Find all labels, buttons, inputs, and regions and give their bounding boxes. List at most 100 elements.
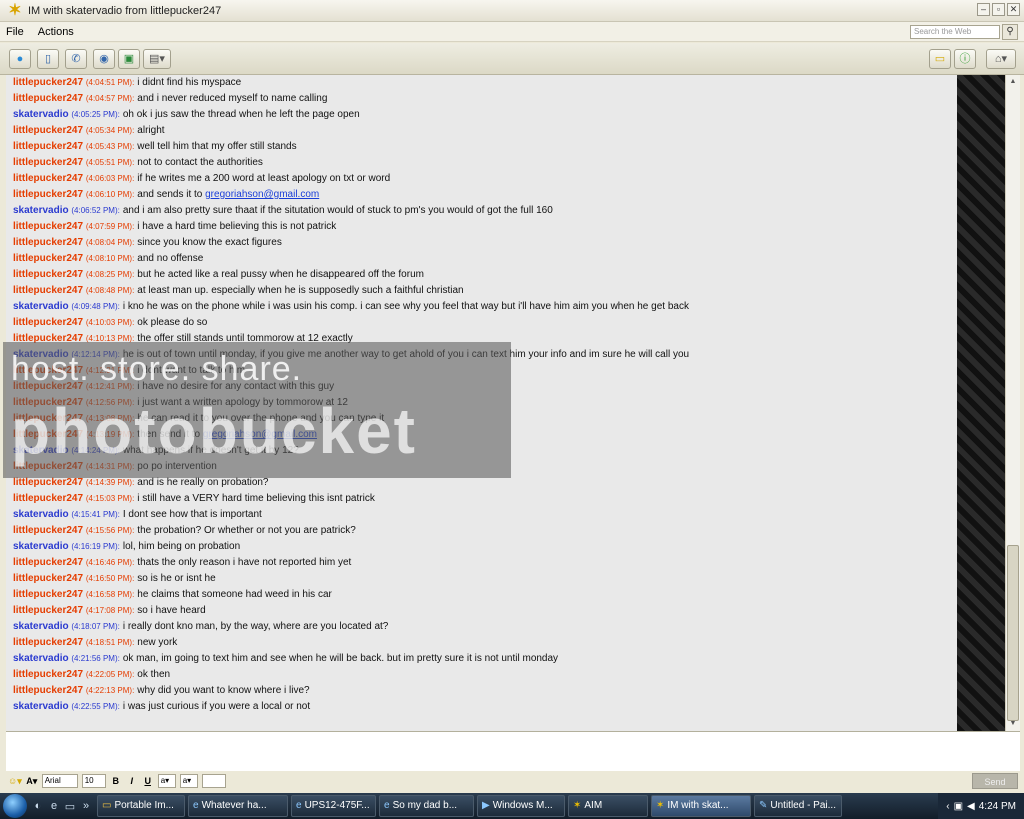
message-sender[interactable]: littlepucker247 [13, 189, 83, 200]
quicklaunch-browser-icon[interactable]: ◐ [30, 800, 46, 812]
message-sender[interactable]: skatervadio [13, 509, 69, 520]
link-button[interactable] [201, 774, 226, 788]
chat-message: skatervadio (4:21:56 PM): ok man, im goin… [6, 651, 957, 667]
chat-scrollbar[interactable]: ▲ ▼ [1005, 75, 1020, 731]
send-button[interactable]: Send [972, 773, 1018, 789]
message-sender[interactable]: littlepucker247 [13, 317, 83, 328]
message-text: i still have a VERY hard time believing … [137, 493, 375, 504]
quicklaunch-more-icon[interactable]: » [78, 800, 94, 812]
message-sender[interactable]: skatervadio [13, 205, 69, 216]
taskbar-button[interactable]: ✎ Untitled - Pai... [754, 795, 842, 817]
tray-network-icon[interactable]: ▣ [954, 801, 963, 812]
message-text: the probation? Or whether or not you are… [137, 525, 355, 536]
video-button[interactable]: ◉ [93, 49, 115, 69]
bold-button[interactable]: B [110, 774, 122, 788]
message-sender[interactable]: littlepucker247 [13, 77, 83, 88]
message-sender[interactable]: littlepucker247 [13, 557, 83, 568]
underline-button[interactable]: U [142, 774, 154, 788]
info-button[interactable]: ⓘ [954, 49, 976, 69]
message-timestamp: (4:06:10 PM): [85, 190, 135, 199]
more-icon: ▤▾ [149, 53, 165, 65]
tray-chevron-icon[interactable]: ‹ [946, 801, 949, 812]
taskbar-button[interactable]: ▭ Portable Im... [97, 795, 185, 817]
scroll-up-arrow-icon[interactable]: ▲ [1007, 76, 1019, 88]
font-size-icon[interactable]: A▾ [26, 774, 38, 788]
message-sender[interactable]: littlepucker247 [13, 685, 83, 696]
chat-message: littlepucker247 (4:15:03 PM): i still hav… [6, 491, 957, 507]
chat-message: littlepucker247 (4:16:46 PM): thats the o… [6, 555, 957, 571]
message-text: i didnt find his myspace [137, 77, 241, 88]
close-button[interactable]: ✕ [1007, 3, 1020, 16]
message-sender[interactable]: littlepucker247 [13, 525, 83, 536]
message-text: ok then [137, 669, 170, 680]
taskbar-button[interactable]: ▶ Windows M... [477, 795, 565, 817]
message-sender[interactable]: littlepucker247 [13, 637, 83, 648]
chat-message: littlepucker247 (4:08:25 PM): but he acte… [6, 267, 957, 283]
message-sender[interactable]: littlepucker247 [13, 669, 83, 680]
background-color-button[interactable]: a▾ [179, 774, 198, 788]
system-tray: ‹ ▣ ◀ 4:24 PM [938, 793, 1024, 819]
message-sender[interactable]: littlepucker247 [13, 605, 83, 616]
message-sender[interactable]: skatervadio [13, 701, 69, 712]
taskbar-button[interactable]: e So my dad b... [379, 795, 474, 817]
message-sender[interactable]: littlepucker247 [13, 493, 83, 504]
message-sender[interactable]: littlepucker247 [13, 141, 83, 152]
message-sender[interactable]: littlepucker247 [13, 589, 83, 600]
search-button[interactable]: ⚲ [1002, 24, 1018, 40]
message-body: he claims that someone had weed in his c… [137, 589, 332, 600]
message-sender[interactable]: littlepucker247 [13, 125, 83, 136]
quicklaunch-desktop-icon[interactable]: ▭ [62, 800, 78, 813]
message-body: so i have heard [137, 605, 206, 616]
email-link[interactable]: gregoriahson@gmail.com [205, 189, 319, 200]
mobile-button[interactable]: ▯ [37, 49, 59, 69]
quicklaunch-ie-icon[interactable]: e [46, 800, 62, 812]
taskbar-button[interactable]: e Whatever ha... [188, 795, 288, 817]
message-sender[interactable]: skatervadio [13, 541, 69, 552]
font-select[interactable]: Arial [41, 774, 78, 788]
tray-volume-icon[interactable]: ◀ [967, 801, 975, 812]
chat-message: littlepucker247 (4:05:34 PM): alright [6, 123, 957, 139]
taskbar-button[interactable]: ✶ AIM [568, 795, 648, 817]
message-sender[interactable]: littlepucker247 [13, 221, 83, 232]
message-sender[interactable]: skatervadio [13, 621, 69, 632]
clock[interactable]: 4:24 PM [979, 801, 1016, 812]
folder-button[interactable]: ▭ [929, 49, 951, 69]
message-sender[interactable]: littlepucker247 [13, 573, 83, 584]
message-sender[interactable]: skatervadio [13, 653, 69, 664]
message-sender[interactable]: littlepucker247 [13, 173, 83, 184]
message-sender[interactable]: littlepucker247 [13, 237, 83, 248]
call-button[interactable]: ✆ [65, 49, 87, 69]
message-sender[interactable]: littlepucker247 [13, 477, 83, 488]
italic-button[interactable]: I [126, 774, 138, 788]
buddy-info-button[interactable]: ● [9, 49, 31, 69]
scroll-down-arrow-icon[interactable]: ▼ [1007, 718, 1019, 730]
taskbar-button[interactable]: ✶ IM with skat... [651, 795, 751, 817]
message-sender[interactable]: littlepucker247 [13, 285, 83, 296]
message-timestamp: (4:17:08 PM): [85, 606, 135, 615]
menu-file[interactable]: File [6, 26, 24, 38]
minimize-button[interactable]: – [977, 3, 990, 16]
message-timestamp: (4:08:04 PM): [85, 238, 135, 247]
taskbar-button[interactable]: e UPS12-475F... [291, 795, 376, 817]
folder-icon: ▭ [934, 53, 946, 65]
message-sender[interactable]: littlepucker247 [13, 269, 83, 280]
start-button[interactable] [0, 793, 30, 819]
message-sender[interactable]: littlepucker247 [13, 93, 83, 104]
paint-icon: ✎ [759, 800, 768, 811]
picture-button[interactable]: ▣ [118, 49, 140, 69]
size-select[interactable]: 10 [81, 774, 106, 788]
message-sender[interactable]: littlepucker247 [13, 157, 83, 168]
message-input[interactable] [6, 731, 1020, 771]
message-text: and no offense [137, 253, 203, 264]
scroll-thumb[interactable] [1007, 545, 1019, 721]
search-input[interactable]: Search the Web [910, 25, 1000, 39]
maximize-button[interactable]: ▫ [992, 3, 1005, 16]
message-sender[interactable]: skatervadio [13, 301, 69, 312]
message-sender[interactable]: skatervadio [13, 109, 69, 120]
more-button[interactable]: ▤▾ [143, 49, 171, 69]
text-color-button[interactable]: a▾ [157, 774, 176, 788]
smiley-icon[interactable]: ☺▾ [8, 774, 22, 788]
options-button[interactable]: ⌂▾ [986, 49, 1016, 69]
menu-actions[interactable]: Actions [38, 26, 74, 38]
message-sender[interactable]: littlepucker247 [13, 253, 83, 264]
